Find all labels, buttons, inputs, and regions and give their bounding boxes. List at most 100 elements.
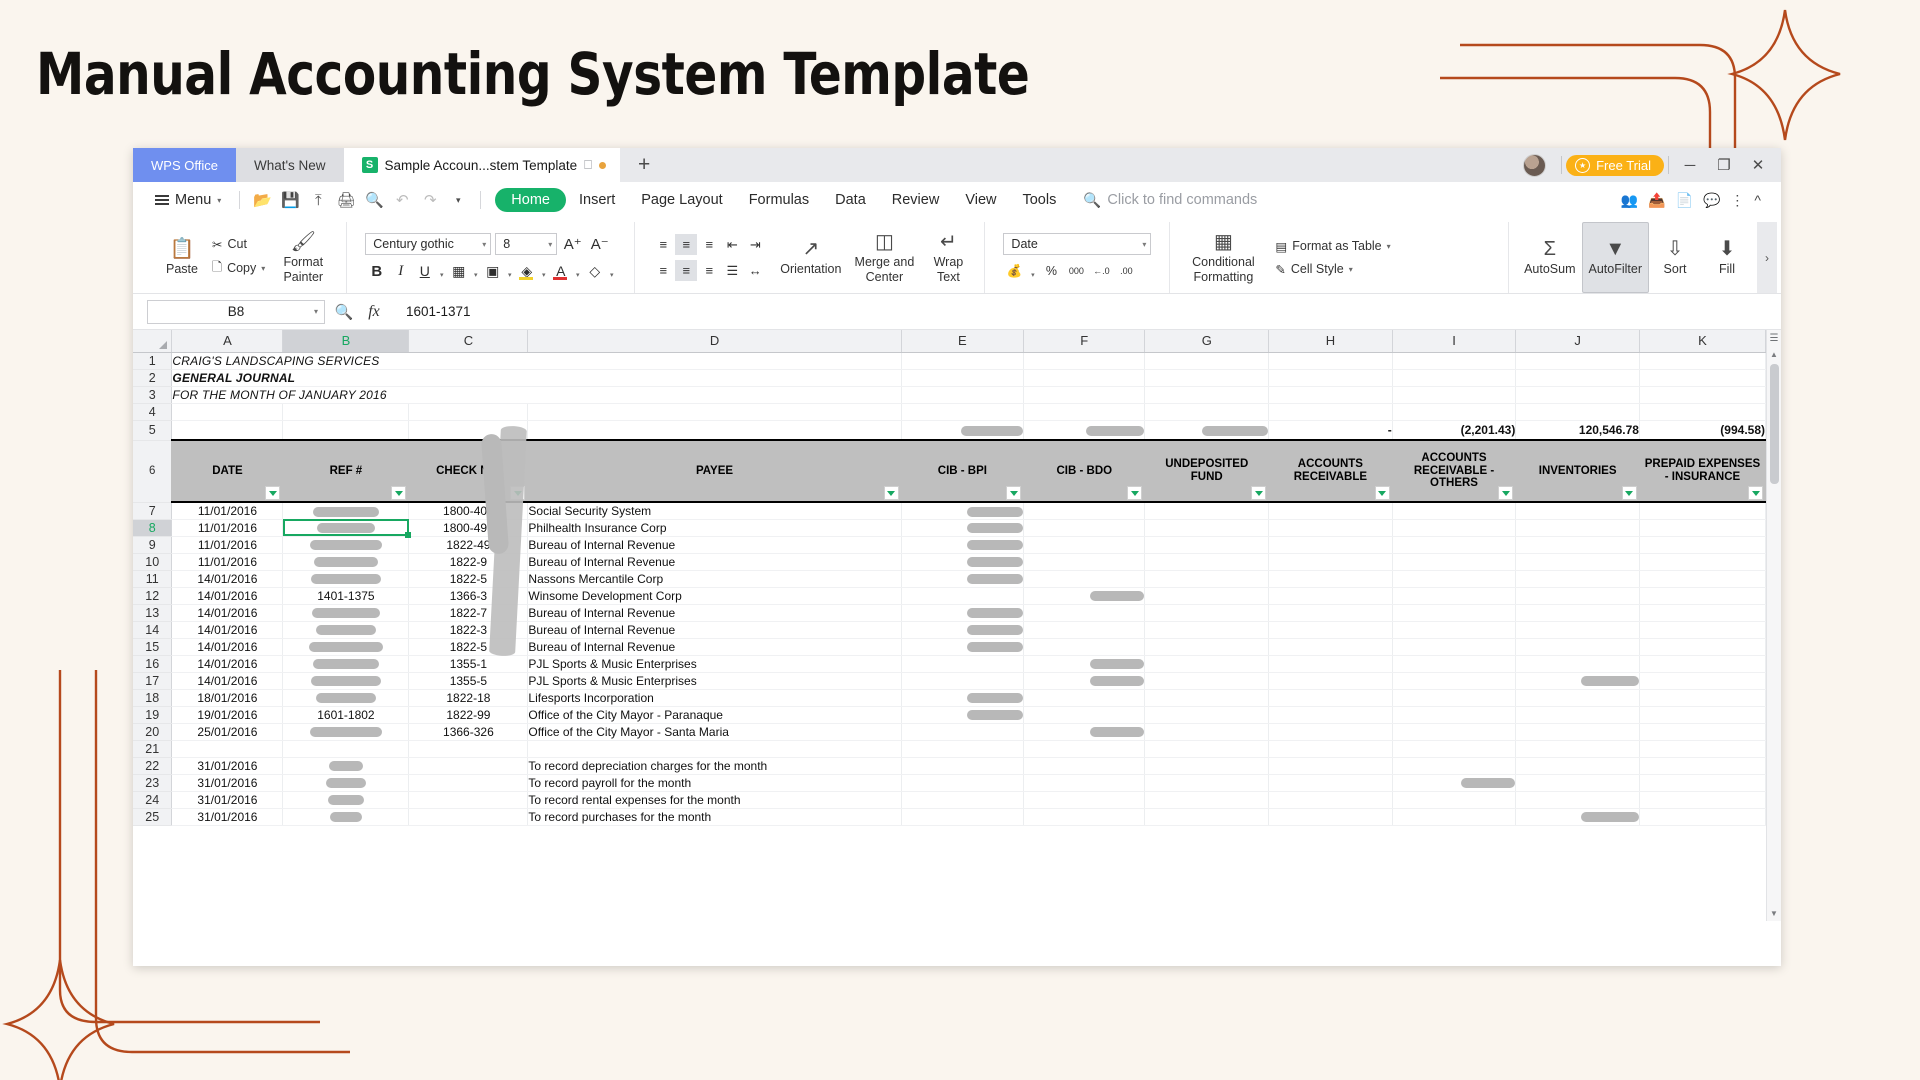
ribbon-tab-page-layout[interactable]: Page Layout xyxy=(628,188,735,212)
cell-e16[interactable] xyxy=(901,655,1023,672)
cut-button[interactable]: ✂ Cut xyxy=(208,236,269,253)
cell-g7[interactable] xyxy=(1145,502,1269,519)
cell-e20[interactable] xyxy=(901,723,1023,740)
cell-i12[interactable] xyxy=(1392,587,1516,604)
cell-i8[interactable] xyxy=(1392,519,1516,536)
filter-dropdown-inventories[interactable] xyxy=(1622,486,1637,500)
clear-format-icon[interactable]: ◇ xyxy=(583,260,606,282)
cell-i11[interactable] xyxy=(1392,570,1516,587)
cell-b8[interactable] xyxy=(283,519,409,536)
cell-f20[interactable] xyxy=(1024,723,1145,740)
cell-k22[interactable] xyxy=(1639,757,1765,774)
cell-j15[interactable] xyxy=(1516,638,1640,655)
cell-i24[interactable] xyxy=(1392,791,1516,808)
cell-i14[interactable] xyxy=(1392,621,1516,638)
cell-d14[interactable]: Bureau of Internal Revenue xyxy=(528,621,901,638)
cell-i22[interactable] xyxy=(1392,757,1516,774)
cell-e18[interactable] xyxy=(901,689,1023,706)
cell-k10[interactable] xyxy=(1639,553,1765,570)
decrease-decimal-button[interactable]: ←.0 xyxy=(1090,261,1112,282)
draw-border-icon[interactable]: ▣ xyxy=(481,260,504,282)
cell-g22[interactable] xyxy=(1145,757,1269,774)
cell-g13[interactable] xyxy=(1145,604,1269,621)
cell-f19[interactable] xyxy=(1024,706,1145,723)
cell-k13[interactable] xyxy=(1639,604,1765,621)
autosum-button[interactable]: Σ AutoSum xyxy=(1518,222,1581,293)
align-middle-icon[interactable]: ≡ xyxy=(675,234,697,255)
row-header-22[interactable]: 22 xyxy=(133,757,172,774)
cell-j19[interactable] xyxy=(1516,706,1640,723)
cell-j20[interactable] xyxy=(1516,723,1640,740)
cell-k25[interactable] xyxy=(1639,808,1765,825)
header-cell-cib-bdo[interactable]: CIB - BDO xyxy=(1024,440,1145,502)
ribbon-tab-insert[interactable]: Insert xyxy=(566,188,628,212)
cell-b7[interactable] xyxy=(283,502,409,519)
fill-button[interactable]: ⬇ Fill xyxy=(1701,222,1753,293)
header-cell-payee[interactable]: PAYEE xyxy=(528,440,901,502)
comma-style-button[interactable]: 000 xyxy=(1065,261,1087,282)
cell-a3[interactable]: FOR THE MONTH OF JANUARY 2016 xyxy=(172,386,901,403)
menu-button[interactable]: Menu ▾ xyxy=(145,192,231,208)
italic-button[interactable]: I xyxy=(389,260,412,282)
cell-d15[interactable]: Bureau of Internal Revenue xyxy=(528,638,901,655)
cell-g15[interactable] xyxy=(1145,638,1269,655)
cell-f11[interactable] xyxy=(1024,570,1145,587)
align-right-icon[interactable]: ≡ xyxy=(698,260,720,281)
cell-a22[interactable]: 31/01/2016 xyxy=(172,757,283,774)
cell-style-button[interactable]: ✎ Cell Style ▾ xyxy=(1271,261,1394,278)
cell-j17[interactable] xyxy=(1516,672,1640,689)
format-as-table-button[interactable]: ▤ Format as Table ▾ xyxy=(1271,238,1394,255)
cell-i16[interactable] xyxy=(1392,655,1516,672)
increase-indent-icon[interactable]: ⇥ xyxy=(744,234,766,255)
close-button[interactable]: ✕ xyxy=(1741,156,1775,174)
cell-b9[interactable] xyxy=(283,536,409,553)
orientation-button[interactable]: ↗ Orientation xyxy=(774,222,847,293)
cell-a13[interactable]: 14/01/2016 xyxy=(172,604,283,621)
cell-d24[interactable]: To record rental expenses for the month xyxy=(528,791,901,808)
cell-d20[interactable]: Office of the City Mayor - Santa Maria xyxy=(528,723,901,740)
cell-a24[interactable]: 31/01/2016 xyxy=(172,791,283,808)
column-header-f[interactable]: F xyxy=(1024,330,1145,352)
cell-c25[interactable] xyxy=(409,808,528,825)
cell-g8[interactable] xyxy=(1145,519,1269,536)
collapse-ribbon-icon[interactable]: ^ xyxy=(1754,192,1761,208)
cell-j18[interactable] xyxy=(1516,689,1640,706)
grow-font-button[interactable]: A⁺ xyxy=(561,233,584,255)
chevron-down-icon[interactable]: ▾ xyxy=(471,260,480,282)
name-box[interactable]: B8 ▾ xyxy=(147,300,325,324)
scroll-down-arrow[interactable]: ▼ xyxy=(1770,906,1778,921)
cell-a8[interactable]: 11/01/2016 xyxy=(172,519,283,536)
fx-icon[interactable]: fx xyxy=(363,303,385,321)
cell-k20[interactable] xyxy=(1639,723,1765,740)
cell-a16[interactable]: 14/01/2016 xyxy=(172,655,283,672)
cell-h13[interactable] xyxy=(1269,604,1393,621)
row-header-20[interactable]: 20 xyxy=(133,723,172,740)
align-left-icon[interactable]: ≡ xyxy=(652,260,674,281)
justify-icon[interactable]: ☰ xyxy=(721,260,743,281)
cell-e7[interactable] xyxy=(901,502,1023,519)
cell-d22[interactable]: To record depreciation charges for the m… xyxy=(528,757,901,774)
cell-c24[interactable] xyxy=(409,791,528,808)
cell-e13[interactable] xyxy=(901,604,1023,621)
cell-a9[interactable]: 11/01/2016 xyxy=(172,536,283,553)
cell-b13[interactable] xyxy=(283,604,409,621)
cell-e10[interactable] xyxy=(901,553,1023,570)
cell-a7[interactable]: 11/01/2016 xyxy=(172,502,283,519)
present-monitor-icon[interactable]: ⎕ xyxy=(584,157,592,173)
ribbon-tab-review[interactable]: Review xyxy=(879,188,953,212)
header-cell-ref[interactable]: REF # xyxy=(283,440,409,502)
row-header-19[interactable]: 19 xyxy=(133,706,172,723)
font-family-select[interactable]: Century gothic ▾ xyxy=(365,233,491,255)
cell-j21[interactable] xyxy=(1516,740,1640,757)
cell-a20[interactable]: 25/01/2016 xyxy=(172,723,283,740)
cell-j23[interactable] xyxy=(1516,774,1640,791)
filter-dropdown-ref[interactable] xyxy=(391,486,406,500)
cell-d11[interactable]: Nassons Mercantile Corp xyxy=(528,570,901,587)
cloud-share-icon[interactable]: 📤 xyxy=(1648,192,1665,209)
cell-h11[interactable] xyxy=(1269,570,1393,587)
cell-c20[interactable]: 1366-326 xyxy=(409,723,528,740)
cell-k14[interactable] xyxy=(1639,621,1765,638)
cell-d13[interactable]: Bureau of Internal Revenue xyxy=(528,604,901,621)
cell-b11[interactable] xyxy=(283,570,409,587)
row-header-13[interactable]: 13 xyxy=(133,604,172,621)
